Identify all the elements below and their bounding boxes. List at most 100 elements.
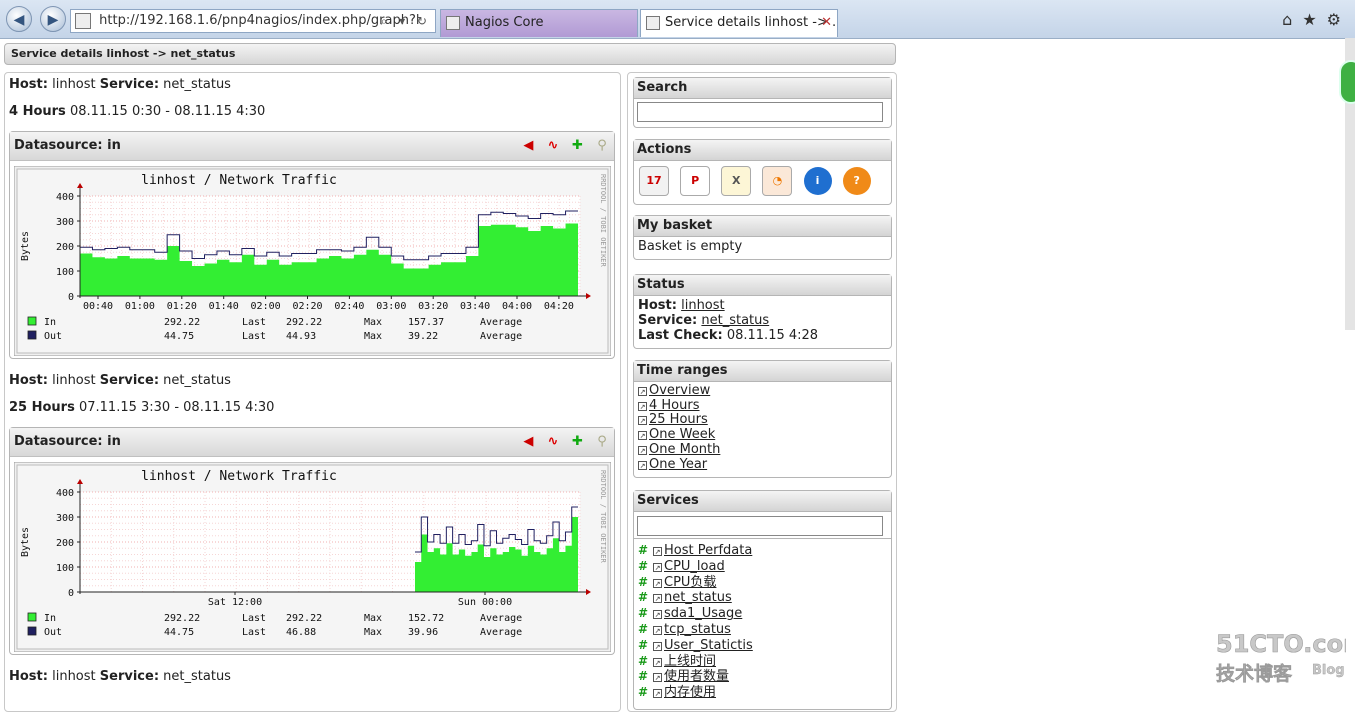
- search-input[interactable]: [637, 102, 883, 122]
- url-text: http://192.168.1.6/pnp4nagios/index.php/…: [99, 13, 420, 28]
- service-list-item[interactable]: # ↗ tcp_status: [638, 622, 887, 638]
- legend-stat: 44.75: [164, 331, 194, 342]
- pdf-icon[interactable]: P: [680, 166, 711, 196]
- forward-button[interactable]: ▶: [40, 6, 66, 32]
- service-list-item[interactable]: # ↗ Host Perfdata: [638, 543, 887, 559]
- legend-stat: 46.88: [286, 627, 316, 638]
- services-filter-input[interactable]: [637, 516, 883, 536]
- host-label: Host:: [9, 77, 48, 92]
- time-range-link[interactable]: One Week: [649, 427, 715, 442]
- service-list-item[interactable]: # ↗ sda1_Usage: [638, 606, 887, 622]
- floating-widget-icon[interactable]: [1339, 60, 1355, 104]
- zoom-icon[interactable]: ⚲: [594, 138, 610, 154]
- chart-ylabel: Bytes: [20, 527, 31, 557]
- speaker-icon[interactable]: ◀: [520, 138, 536, 154]
- external-link-icon: ↗: [638, 401, 647, 411]
- service-link[interactable]: sda1_Usage: [664, 606, 742, 621]
- legend-name: In: [44, 613, 56, 624]
- zoom-icon[interactable]: ⚲: [594, 434, 610, 450]
- service-link[interactable]: CPU_load: [664, 559, 725, 574]
- service-link[interactable]: 上线时间: [664, 654, 716, 669]
- status-service-link[interactable]: net_status: [701, 313, 769, 328]
- service-link[interactable]: 使用者数量: [664, 669, 729, 684]
- legend-stat: 152.72: [408, 613, 444, 624]
- service-list-item[interactable]: # ↗ 上线时间: [638, 654, 887, 670]
- time-range-line: 4 Hours 08.11.15 0:30 - 08.11.15 4:30: [9, 104, 265, 119]
- legend-swatch: [27, 330, 37, 340]
- add-basket-icon[interactable]: ✚: [569, 434, 585, 450]
- legend-stat: 292.22: [286, 613, 322, 624]
- service-list-item[interactable]: # ↗ CPU_load: [638, 559, 887, 575]
- status-host-link[interactable]: linhost: [681, 298, 725, 313]
- service-grid-icon: #: [638, 637, 649, 652]
- pulse-icon[interactable]: ∿: [545, 434, 561, 450]
- external-link-icon: ↗: [638, 387, 647, 396]
- status-host-label: Host:: [638, 298, 677, 313]
- address-bar[interactable]: http://192.168.1.6/pnp4nagios/index.php/…: [70, 9, 436, 33]
- service-list-item[interactable]: # ↗ 使用者数量: [638, 669, 887, 685]
- tab-service-details[interactable]: Service details linhost -> ... ✕: [640, 9, 838, 37]
- network-traffic-chart-4h[interactable]: linhost / Network Traffic Bytes RRDTOOL / …: [14, 166, 611, 356]
- info-icon[interactable]: i: [803, 167, 832, 195]
- chart-icon[interactable]: ◔: [762, 166, 793, 196]
- search-title: Search: [634, 78, 891, 99]
- service-link[interactable]: net_status: [664, 590, 732, 605]
- status-last-check: 08.11.15 4:28: [726, 328, 819, 343]
- legend-stat: Max: [364, 627, 382, 638]
- service-list-item[interactable]: # ↗ 内存使用: [638, 685, 887, 701]
- legend-stat: Average: [480, 613, 522, 624]
- y-tick-label: 300: [56, 217, 74, 228]
- host-service-line: Host: linhost Service: net_status: [9, 669, 231, 684]
- y-tick-label: 400: [56, 488, 74, 499]
- service-list-item[interactable]: # ↗ User_Statictis: [638, 638, 887, 654]
- time-range-item[interactable]: ↗ One Month: [638, 442, 887, 458]
- watermark-line1: 51CTO.com: [1216, 630, 1346, 658]
- x-tick-label: 00:40: [83, 301, 113, 312]
- external-link-icon: ↗: [653, 625, 662, 635]
- back-button[interactable]: ◀: [6, 6, 32, 32]
- service-value: net_status: [163, 373, 231, 388]
- chart-title: linhost / Network Traffic: [141, 469, 337, 484]
- add-basket-icon[interactable]: ✚: [569, 138, 585, 154]
- page-favicon-icon: [75, 12, 91, 29]
- service-link[interactable]: tcp_status: [664, 622, 731, 637]
- service-link[interactable]: User_Statictis: [664, 638, 753, 653]
- toolbar-icons[interactable]: ⌂★⚙: [1282, 10, 1351, 29]
- xml-icon[interactable]: X: [721, 166, 752, 196]
- pulse-icon[interactable]: ∿: [545, 138, 561, 154]
- time-range-item[interactable]: ↗ 25 Hours: [638, 413, 887, 428]
- status-title: Status: [634, 275, 891, 296]
- legend-stat: Max: [364, 613, 382, 624]
- tab-nagios-core[interactable]: Nagios Core: [440, 9, 638, 37]
- network-traffic-chart-25h[interactable]: linhost / Network Traffic Bytes RRDTOOL / …: [14, 462, 611, 652]
- basket-title: My basket: [634, 216, 891, 237]
- time-range-link[interactable]: One Year: [649, 457, 707, 472]
- time-range-item[interactable]: ↗ One Week: [638, 427, 887, 443]
- host-value: linhost: [52, 373, 96, 388]
- external-link-icon: ↗: [638, 431, 647, 441]
- time-range-link[interactable]: 4 Hours: [649, 398, 700, 413]
- time-range-item[interactable]: ↗ Overview: [638, 383, 887, 399]
- legend-stat: Max: [364, 331, 382, 342]
- service-list-item[interactable]: # ↗ CPU负载: [638, 575, 887, 591]
- range-value: 08.11.15 0:30 - 08.11.15 4:30: [69, 104, 266, 119]
- service-link[interactable]: CPU负载: [664, 575, 716, 590]
- time-range-link[interactable]: One Month: [649, 442, 720, 457]
- legend-stat: 157.37: [408, 317, 444, 328]
- x-tick-label: Sun 00:00: [458, 597, 512, 608]
- time-range-link[interactable]: 25 Hours: [649, 412, 708, 428]
- service-list-item[interactable]: # ↗ net_status: [638, 590, 887, 606]
- close-tab-icon[interactable]: ✕: [821, 10, 832, 36]
- time-range-item[interactable]: ↗ 4 Hours: [638, 398, 887, 414]
- calendar-icon[interactable]: 17: [639, 166, 669, 196]
- service-link[interactable]: Host Perfdata: [664, 543, 752, 558]
- watermark-line2: 技术博客: [1216, 662, 1293, 685]
- time-range-item[interactable]: ↗ One Year: [638, 457, 887, 473]
- services-panel: Services # ↗ Host Perfdata # ↗ CPU_load # ↗ CPU负…: [633, 490, 892, 710]
- help-icon[interactable]: ?: [842, 167, 871, 195]
- time-range-link[interactable]: Overview: [649, 383, 710, 398]
- watermark-line3: Blog: [1312, 663, 1345, 678]
- url-controls-icon[interactable]: ⌕ ▾ ↻: [381, 10, 431, 32]
- speaker-icon[interactable]: ◀: [520, 434, 536, 450]
- legend-stat: 39.22: [408, 331, 438, 342]
